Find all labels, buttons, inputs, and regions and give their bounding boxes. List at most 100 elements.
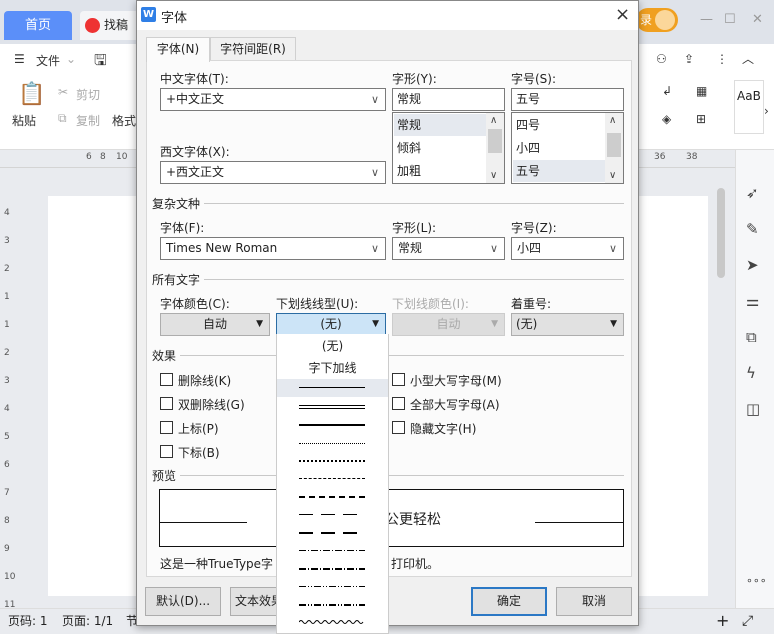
cn-font-select[interactable]: +中文正文 ∨ xyxy=(160,88,386,111)
close-icon[interactable]: × xyxy=(615,4,630,25)
tab-home[interactable]: 首页 xyxy=(4,11,72,40)
scrollbar-thumb[interactable] xyxy=(717,188,725,278)
line-spacing-icon[interactable]: ↲ xyxy=(662,84,672,98)
strikethrough-checkbox[interactable] xyxy=(160,373,173,386)
list-item[interactable]: 五号 xyxy=(513,160,605,182)
menu-icon[interactable]: ☰ xyxy=(14,52,25,66)
list-item[interactable]: 常规 xyxy=(394,114,486,136)
underline-option-long-dash[interactable] xyxy=(277,506,388,524)
underline-option-dash-dot[interactable] xyxy=(277,542,388,560)
chevron-down-icon[interactable]: ∨ xyxy=(490,170,497,181)
chevron-down-icon[interactable]: ∨ xyxy=(609,170,616,181)
underline-option-none[interactable]: (无) xyxy=(277,337,388,355)
style-gallery[interactable]: AaB xyxy=(734,80,764,134)
vertical-scrollbar[interactable] xyxy=(715,168,727,588)
complex-font-select[interactable]: Times New Roman ∨ xyxy=(160,237,386,260)
font-color-picker[interactable]: 自动 ▼ xyxy=(160,313,270,336)
underline-option-dotted[interactable] xyxy=(277,435,388,453)
scrollbar[interactable]: ∧ ∨ xyxy=(486,113,504,183)
divider xyxy=(204,203,624,204)
ok-button[interactable]: 确定 xyxy=(471,587,547,616)
share-icon[interactable]: ⇪ xyxy=(684,52,694,66)
underline-option-single[interactable] xyxy=(277,379,388,397)
lightning-icon[interactable]: ϟ xyxy=(746,364,756,382)
underline-option-double[interactable] xyxy=(277,399,388,417)
file-menu[interactable]: 文件 xyxy=(36,52,60,69)
cut-icon[interactable]: ✂ xyxy=(58,85,68,99)
underline-option-thick-dash-dot-dot[interactable] xyxy=(277,596,388,614)
ruler-tick: 6 xyxy=(4,460,10,470)
maximize-icon[interactable]: ☐ xyxy=(724,12,736,27)
chevron-up-icon[interactable]: ∧ xyxy=(490,115,497,126)
font-color-label: 字体颜色(C): xyxy=(160,297,230,311)
list-item[interactable]: 倾斜 xyxy=(394,137,486,159)
emphasis-select[interactable]: (无) ▼ xyxy=(511,313,624,336)
save-icon[interactable]: 🖫 xyxy=(94,50,107,75)
underline-option-thick-dash[interactable] xyxy=(277,488,388,506)
tab-document[interactable]: 找稿 xyxy=(80,11,140,40)
superscript-checkbox[interactable] xyxy=(160,421,173,434)
borders-icon[interactable]: ⊞ xyxy=(696,112,706,126)
underline-option-thick-dash-dot[interactable] xyxy=(277,560,388,578)
double-strikethrough-checkbox[interactable] xyxy=(160,397,173,410)
default-button[interactable]: 默认(D)... xyxy=(145,587,221,616)
copy-button[interactable]: 复制 xyxy=(76,112,100,129)
all-caps-checkbox[interactable] xyxy=(392,397,405,410)
ruler-tick: 1 xyxy=(4,320,10,330)
size-input[interactable]: 五号 xyxy=(511,88,624,111)
tab-font[interactable]: 字体(N) xyxy=(146,37,210,62)
minimize-icon[interactable]: — xyxy=(700,12,713,27)
ruler-icon[interactable]: ▦ xyxy=(696,84,707,98)
scrollbar-thumb[interactable] xyxy=(607,133,621,157)
complex-size-select[interactable]: 小四 ∨ xyxy=(511,237,624,260)
underline-option-thick-dotted[interactable] xyxy=(277,452,388,470)
collapse-ribbon-icon[interactable]: ︿ xyxy=(742,50,754,67)
close-window-icon[interactable]: ✕ xyxy=(752,12,763,27)
format-painter-button[interactable]: 格式 xyxy=(112,112,136,129)
chevron-right-icon[interactable]: › xyxy=(764,104,769,118)
list-item[interactable]: 加粗 xyxy=(394,160,486,182)
zoom-in-icon[interactable]: + xyxy=(716,609,729,633)
list-item[interactable]: 小四 xyxy=(513,137,605,159)
scrollbar[interactable]: ∧ ∨ xyxy=(605,113,623,183)
underline-option-dash-dot-dot[interactable] xyxy=(277,578,388,596)
subscript-checkbox[interactable] xyxy=(160,445,173,458)
checkbox-label: 隐藏文字(H) xyxy=(410,422,477,436)
scrollbar-thumb[interactable] xyxy=(488,129,502,153)
settings-sliders-icon[interactable]: ⚌ xyxy=(746,292,759,310)
tab-char-spacing[interactable]: 字符间距(R) xyxy=(210,37,296,61)
style-list[interactable]: 常规 倾斜 加粗 ∧ ∨ xyxy=(392,112,505,184)
west-font-select[interactable]: +西文正文 ∨ xyxy=(160,161,386,184)
underline-option-wave[interactable] xyxy=(277,614,388,632)
complex-style-select[interactable]: 常规 ∨ xyxy=(392,237,505,260)
pen-icon[interactable]: ✎ xyxy=(746,220,759,238)
cut-button[interactable]: 剪切 xyxy=(76,86,100,103)
chevron-up-icon[interactable]: ∧ xyxy=(609,115,616,126)
login-button[interactable]: 录 xyxy=(636,8,678,32)
paste-button[interactable]: 粘贴 xyxy=(12,112,36,129)
hidden-text-checkbox[interactable] xyxy=(392,421,405,434)
small-caps-checkbox[interactable] xyxy=(392,373,405,386)
fullscreen-icon[interactable]: ⤢ xyxy=(742,609,753,633)
cursor-icon[interactable]: ➤ xyxy=(746,256,759,274)
copy-icon[interactable]: ⧉ xyxy=(58,111,67,126)
book-icon[interactable]: ◫ xyxy=(746,400,760,418)
size-list[interactable]: 四号 小四 五号 ∧ ∨ xyxy=(511,112,624,184)
cancel-button[interactable]: 取消 xyxy=(556,587,632,616)
list-item[interactable]: 四号 xyxy=(513,114,605,136)
underline-style-select[interactable]: (无) ▼ xyxy=(276,313,386,336)
underline-option-thick[interactable] xyxy=(277,417,388,435)
more-dots-icon[interactable]: ∘∘∘ xyxy=(746,574,767,587)
shading-icon[interactable]: ◈ xyxy=(662,112,671,126)
divider xyxy=(204,279,624,280)
translate-icon[interactable]: ⧉ xyxy=(746,328,757,346)
underline-option-dash[interactable] xyxy=(277,470,388,488)
style-input[interactable]: 常规 xyxy=(392,88,505,111)
dialog-title: 字体 xyxy=(161,11,188,26)
rocket-icon[interactable]: ➶ xyxy=(746,184,759,202)
share-user-icon[interactable]: ⚇ xyxy=(656,52,667,66)
paste-icon[interactable]: 📋 xyxy=(18,82,45,107)
more-icon[interactable]: ⋮ xyxy=(716,52,728,66)
underline-option-thick-long-dash[interactable] xyxy=(277,524,388,542)
underline-option-words[interactable]: 字下加线 xyxy=(277,359,388,377)
